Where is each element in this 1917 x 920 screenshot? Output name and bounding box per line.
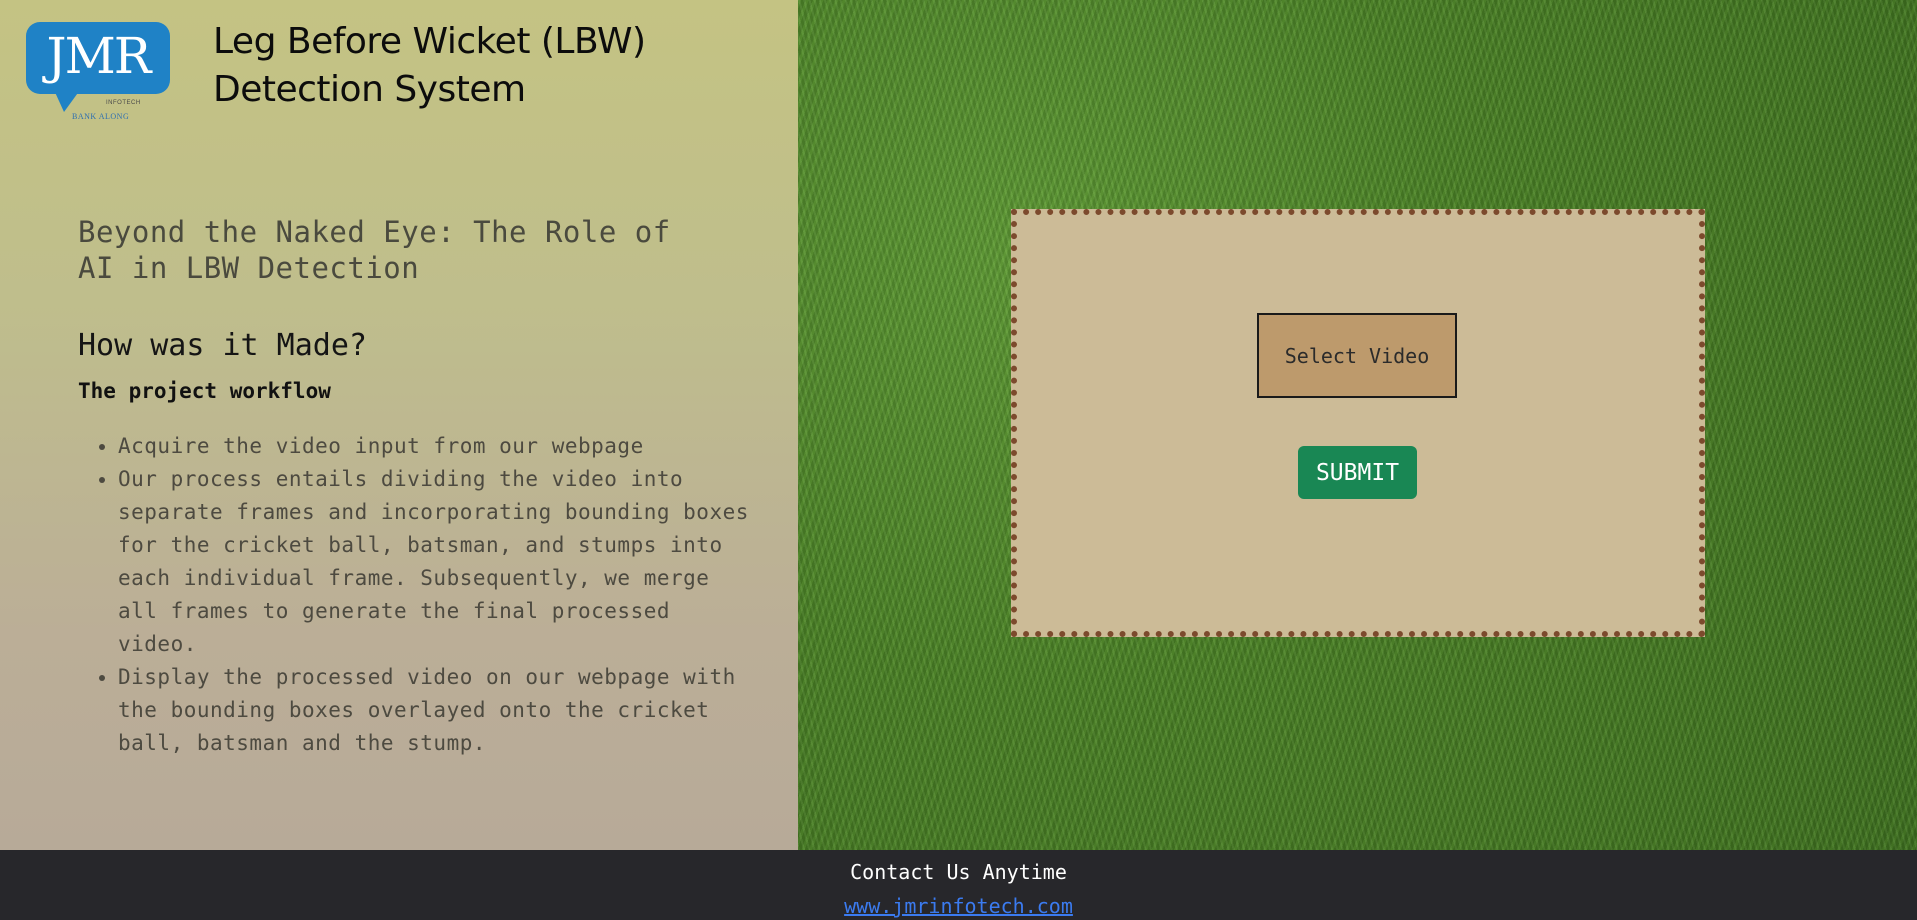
- how-made-heading: How was it Made?: [78, 328, 367, 363]
- workflow-label: The project workflow: [78, 379, 331, 403]
- jmr-logo: JMR INFOTECH BANK ALONG: [26, 22, 170, 122]
- contact-text: Contact Us Anytime: [850, 860, 1067, 884]
- workflow-step: Acquire the video input from our webpage: [118, 430, 758, 463]
- info-panel: JMR INFOTECH BANK ALONG Leg Before Wicke…: [0, 0, 798, 850]
- footer: Contact Us Anytime www.jmrinfotech.com: [0, 850, 1917, 920]
- submit-button[interactable]: SUBMIT: [1298, 446, 1417, 499]
- workflow-step: Display the processed video on our webpa…: [118, 661, 758, 760]
- logo-tagline: BANK ALONG: [72, 112, 130, 121]
- logo-brand-text: JMR: [46, 27, 152, 85]
- logo-bubble-tail: [54, 90, 80, 112]
- workflow-steps-list: Acquire the video input from our webpage…: [78, 430, 758, 760]
- website-link[interactable]: www.jmrinfotech.com: [0, 894, 1917, 918]
- select-video-button[interactable]: Select Video: [1257, 313, 1457, 398]
- workflow-step: Our process entails dividing the video i…: [118, 463, 758, 661]
- upload-panel: [1011, 209, 1705, 637]
- info-subtitle: Beyond the Naked Eye: The Role of AI in …: [78, 215, 671, 285]
- logo-subtext: INFOTECH: [106, 100, 141, 106]
- page-title: Leg Before Wicket (LBW) Detection System: [213, 21, 646, 110]
